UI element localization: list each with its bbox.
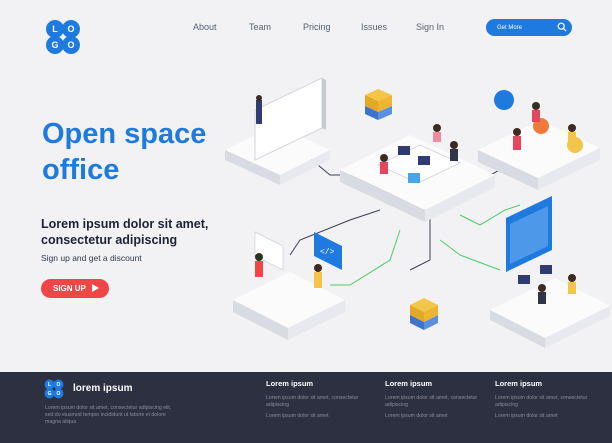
nav-issues[interactable]: Issues [361,22,387,32]
meeting-platform [340,124,495,222]
whiteboard-platform [225,77,330,185]
nav-pricing[interactable]: Pricing [303,22,331,32]
get-more-button[interactable]: Get More [486,19,572,36]
svg-text:O: O [56,391,60,397]
search-icon[interactable] [557,22,567,32]
office-illustration: </> [225,77,610,348]
server-stack-bottom [410,298,438,330]
footer-logo-icon[interactable]: L O G O [44,379,64,399]
landing-page: L O G O About Team Pricing Issues Sign I… [0,0,612,443]
play-arrow-icon [92,284,99,292]
footer-column-3: Lorem ipsum Lorem ipsum dolor sit amet, … [495,379,595,420]
footer-link[interactable]: Lorem ipsum dolor sit amet [495,413,595,420]
lounge-platform [478,90,600,190]
footer-column-title: Lorem ipsum [495,379,543,388]
svg-text:L: L [48,382,51,388]
footer-column-title: Lorem ipsum [266,379,314,388]
svg-text:G: G [48,391,52,397]
sign-up-button[interactable]: SIGN UP [41,279,109,298]
footer-column-title: Lorem ipsum [385,379,433,388]
screen-code-label: </> [320,248,335,257]
server-stack-top [365,89,392,120]
svg-text:O: O [56,382,60,388]
hero-subtitle-line1: Lorem ipsum dolor sit amet, [41,217,209,231]
footer-link[interactable]: Lorem ipsum dolor sit amet, consectetur … [495,395,595,409]
sign-up-label: SIGN UP [53,284,86,293]
workstation-platform [490,196,610,348]
nav-about[interactable]: About [193,22,217,32]
nav-sign-in[interactable]: Sign In [416,22,444,32]
footer-column-1: Lorem ipsum Lorem ipsum dolor sit amet, … [266,379,366,420]
footer-brand: lorem ipsum [73,383,133,394]
svg-text:O: O [67,40,74,50]
hero-subtitle-line2: consectetur adipiscing [41,233,178,247]
footer-column-2: Lorem ipsum Lorem ipsum dolor sit amet, … [385,379,485,420]
coding-platform: </> [233,231,345,340]
footer-about-text: Lorem ipsum dolor sit amet, consectetur … [45,405,172,425]
footer-link[interactable]: Lorem ipsum dolor sit amet [266,413,366,420]
hero-tagline: Sign up and get a discount [41,253,142,263]
get-more-label: Get More [497,24,523,31]
nav-team[interactable]: Team [249,22,271,32]
hero-subtitle: Lorem ipsum dolor sit amet, consectetur … [41,216,241,248]
footer-link[interactable]: Lorem ipsum dolor sit amet, consectetur … [385,395,485,409]
svg-text:G: G [51,40,58,50]
footer-link[interactable]: Lorem ipsum dolor sit amet [385,413,485,420]
footer-link[interactable]: Lorem ipsum dolor sit amet, consectetur … [266,395,366,409]
